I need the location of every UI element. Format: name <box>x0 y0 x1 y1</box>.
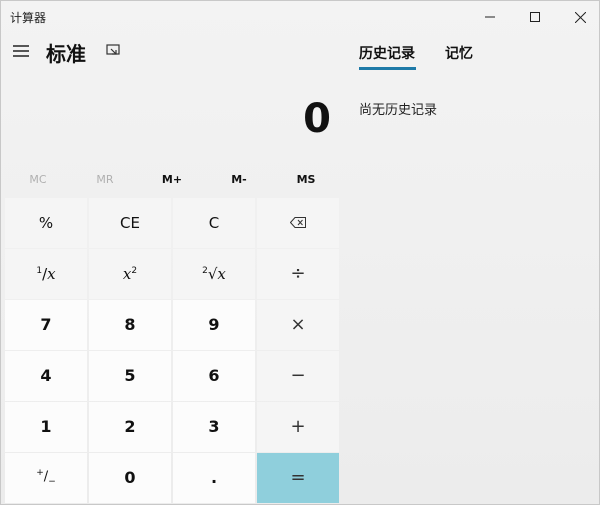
percent-button[interactable]: % <box>5 198 87 248</box>
digit-9-button[interactable]: 9 <box>173 300 255 350</box>
square-button[interactable]: x2 <box>89 249 171 299</box>
active-tab-indicator <box>359 67 416 70</box>
tab-memory[interactable]: 记忆 <box>445 43 473 63</box>
hamburger-icon <box>13 45 29 57</box>
digit-7-button[interactable]: 7 <box>5 300 87 350</box>
multiply-button[interactable]: × <box>257 300 339 350</box>
keep-on-top-icon <box>106 44 120 55</box>
backspace-icon <box>290 217 306 229</box>
memory-subtract-button[interactable]: M- <box>206 166 272 194</box>
plus-minus-icon: +/− <box>36 468 56 488</box>
equals-button[interactable]: = <box>257 453 339 503</box>
calculator-window: 计算器 标准 0 MC MR M+ M- MS % CE C 1/x x2 2√… <box>0 0 600 505</box>
memory-recall-button[interactable]: MR <box>72 166 138 194</box>
title-bar: 计算器 <box>1 1 599 33</box>
minimize-button[interactable] <box>467 1 513 33</box>
digit-4-button[interactable]: 4 <box>5 351 87 401</box>
window-title: 计算器 <box>10 11 47 25</box>
negate-button[interactable]: +/− <box>5 453 87 503</box>
clear-entry-button[interactable]: CE <box>89 198 171 248</box>
decimal-button[interactable]: . <box>173 453 255 503</box>
square-icon: x2 <box>122 264 138 283</box>
reciprocal-icon: 1/x <box>36 264 56 283</box>
minimize-icon <box>485 16 495 18</box>
navigation-menu-button[interactable] <box>9 39 33 63</box>
maximize-icon <box>530 12 540 22</box>
mode-title: 标准 <box>46 42 86 66</box>
tab-history[interactable]: 历史记录 <box>359 43 415 63</box>
reciprocal-button[interactable]: 1/x <box>5 249 87 299</box>
clear-button[interactable]: C <box>173 198 255 248</box>
digit-3-button[interactable]: 3 <box>173 402 255 452</box>
close-button[interactable] <box>557 1 600 33</box>
divide-button[interactable]: ÷ <box>257 249 339 299</box>
plus-button[interactable]: + <box>257 402 339 452</box>
digit-8-button[interactable]: 8 <box>89 300 171 350</box>
keep-on-top-button[interactable] <box>104 42 122 60</box>
square-root-button[interactable]: 2√x <box>173 249 255 299</box>
digit-0-button[interactable]: 0 <box>89 453 171 503</box>
keypad: % CE C 1/x x2 2√x ÷ 7 8 9 × 4 5 6 − 1 2 … <box>3 196 341 503</box>
minus-button[interactable]: − <box>257 351 339 401</box>
close-icon <box>574 11 586 23</box>
maximize-button[interactable] <box>512 1 558 33</box>
memory-add-button[interactable]: M+ <box>139 166 205 194</box>
memory-row: MC MR M+ M- MS <box>1 166 341 194</box>
digit-2-button[interactable]: 2 <box>89 402 171 452</box>
digit-1-button[interactable]: 1 <box>5 402 87 452</box>
square-root-icon: 2√x <box>202 264 226 283</box>
backspace-button[interactable] <box>257 198 339 248</box>
history-empty-message: 尚无历史记录 <box>359 103 438 118</box>
digit-6-button[interactable]: 6 <box>173 351 255 401</box>
result-display: 0 <box>303 96 331 142</box>
memory-clear-button[interactable]: MC <box>5 166 71 194</box>
digit-5-button[interactable]: 5 <box>89 351 171 401</box>
memory-store-button[interactable]: MS <box>273 166 339 194</box>
